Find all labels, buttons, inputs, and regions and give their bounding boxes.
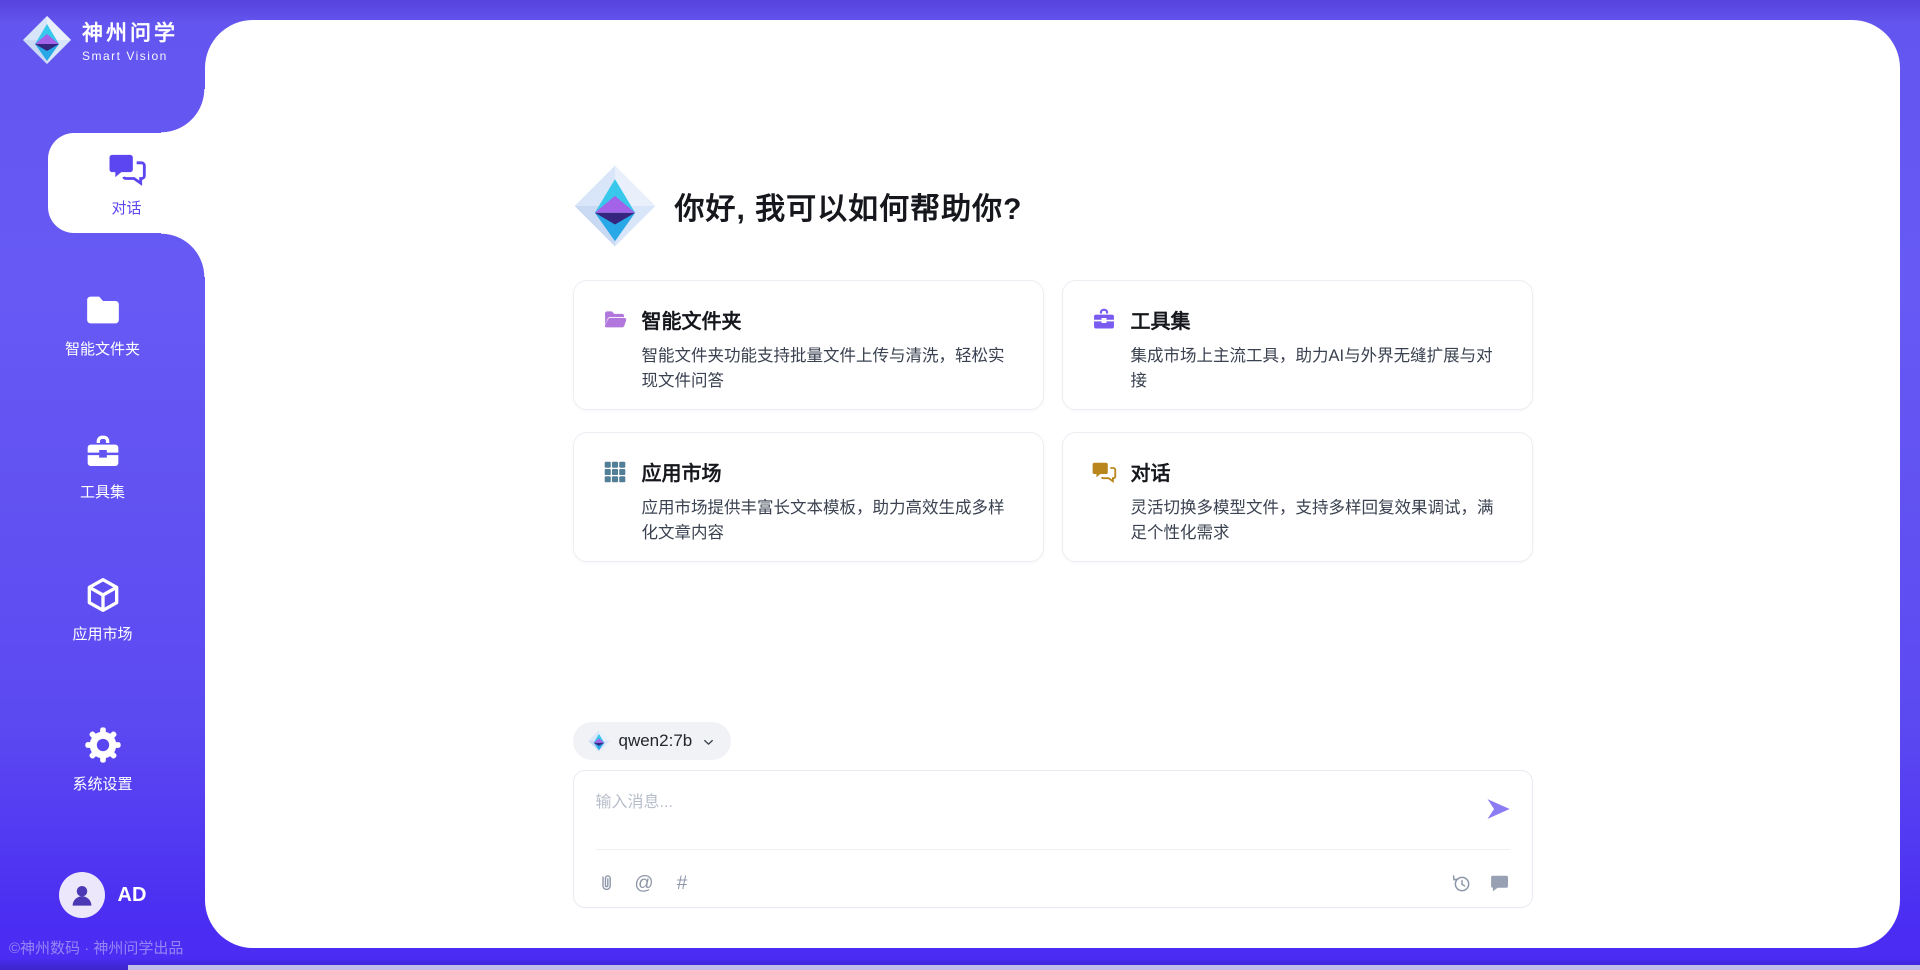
attach-button[interactable] (596, 873, 617, 894)
card-description: 灵活切换多模型文件，支持多样回复效果调试，满足个性化需求 (1131, 496, 1504, 546)
model-name: qwen2:7b (619, 731, 693, 751)
sidebar-item-smart-folder[interactable]: 智能文件夹 (0, 276, 205, 372)
tab-flare-bottom (161, 233, 205, 277)
tab-flare-top (161, 89, 205, 133)
sidebar-item-label: 应用市场 (72, 623, 132, 644)
message-composer: @ # (573, 770, 1533, 908)
card-smart-folder[interactable]: 智能文件夹 智能文件夹功能支持批量文件上传与清洗，轻松实现文件问答 (573, 280, 1044, 410)
composer-divider (596, 849, 1510, 850)
card-toolset[interactable]: 工具集 集成市场上主流工具，助力AI与外界无缝扩展与对接 (1062, 280, 1533, 410)
greeting-block: 你好, 我可以如何帮助你? (573, 160, 1533, 252)
comment-icon (1489, 873, 1510, 894)
app-subtitle: Smart Vision (82, 49, 178, 63)
composer-toolbar: @ # (596, 873, 1510, 894)
sidebar-item-label: 智能文件夹 (65, 338, 140, 359)
user-account[interactable]: AD (0, 872, 205, 918)
model-logo-icon (588, 729, 610, 753)
sidebar-item-chat[interactable]: 对话 (48, 133, 205, 233)
card-title: 工具集 (1131, 305, 1191, 334)
paperclip-icon (596, 873, 617, 894)
sidebar-item-label: 对话 (111, 197, 141, 218)
person-icon (67, 880, 97, 910)
feature-cards: 智能文件夹 智能文件夹功能支持批量文件上传与清洗，轻松实现文件问答 工具集 集成… (573, 280, 1533, 562)
new-chat-button[interactable] (1489, 873, 1510, 894)
app-title: 神州问学 (82, 17, 178, 47)
send-icon (1484, 795, 1512, 823)
folder-open-icon (602, 307, 628, 333)
card-description: 智能文件夹功能支持批量文件上传与清洗，轻松实现文件问答 (642, 344, 1015, 394)
sidebar-item-settings[interactable]: 系统设置 (0, 711, 205, 807)
message-input[interactable] (574, 771, 1442, 843)
model-selector[interactable]: qwen2:7b (573, 722, 732, 760)
horizontal-scrollbar[interactable] (128, 965, 1920, 970)
card-description: 集成市场上主流工具，助力AI与外界无缝扩展与对接 (1131, 344, 1504, 394)
hashtag-button[interactable]: # (672, 873, 693, 894)
history-button[interactable] (1451, 873, 1472, 894)
chat-icon (107, 149, 147, 189)
grid-icon (602, 459, 628, 485)
card-description: 应用市场提供丰富长文本模板，助力高效生成多样化文章内容 (642, 496, 1015, 546)
card-title: 应用市场 (642, 457, 722, 486)
history-icon (1451, 873, 1472, 894)
briefcase-icon (83, 433, 123, 473)
card-title: 智能文件夹 (642, 305, 742, 334)
main-panel: 你好, 我可以如何帮助你? 智能文件夹 智能文件夹功能支持批量文件上传与清洗，轻… (205, 20, 1900, 948)
mention-button[interactable]: @ (634, 873, 655, 894)
card-title: 对话 (1131, 457, 1171, 486)
app-logo-icon (22, 13, 72, 67)
sidebar-item-label: 系统设置 (72, 773, 132, 794)
send-button[interactable] (1484, 795, 1512, 823)
avatar (59, 872, 105, 918)
copyright-footer: ©神州数码 · 神州问学出品 (9, 937, 183, 958)
sidebar-item-toolset[interactable]: 工具集 (0, 419, 205, 515)
sidebar-item-app-market[interactable]: 应用市场 (0, 561, 205, 657)
chevron-down-icon (701, 735, 716, 750)
folder-icon (83, 290, 123, 330)
app-brand: 神州问学 Smart Vision (22, 13, 178, 67)
sidebar: 神州问学 Smart Vision 对话 智能文件夹 工具集 应用市场 系统设置… (0, 0, 205, 970)
user-initials: AD (118, 884, 147, 907)
briefcase-icon (1091, 307, 1117, 333)
chat-icon (1091, 459, 1117, 485)
greeting-title: 你好, 我可以如何帮助你? (675, 184, 1023, 228)
gear-icon (83, 725, 123, 765)
sidebar-item-label: 工具集 (80, 481, 125, 502)
cube-icon (83, 575, 123, 615)
main-content: 你好, 我可以如何帮助你? 智能文件夹 智能文件夹功能支持批量文件上传与清洗，轻… (573, 20, 1533, 948)
card-app-market[interactable]: 应用市场 应用市场提供丰富长文本模板，助力高效生成多样化文章内容 (573, 432, 1044, 562)
greeting-logo-icon (573, 160, 657, 252)
card-chat[interactable]: 对话 灵活切换多模型文件，支持多样回复效果调试，满足个性化需求 (1062, 432, 1533, 562)
